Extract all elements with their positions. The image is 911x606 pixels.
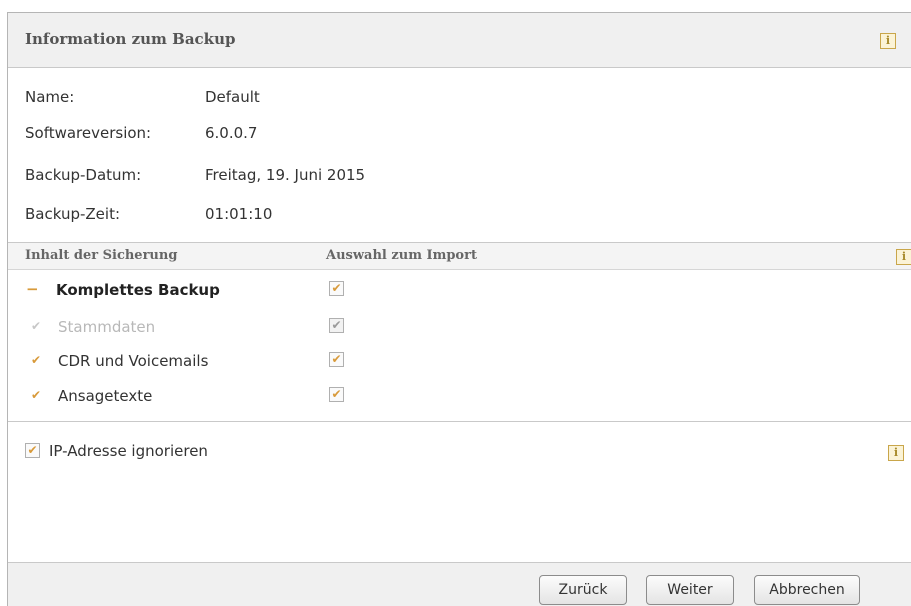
info-icon[interactable]: i xyxy=(888,445,904,461)
info-icon[interactable]: i xyxy=(880,33,896,49)
tree-item-stammdaten: ✔ Stammdaten ✔ xyxy=(8,315,911,345)
info-label-name: Name: xyxy=(25,88,75,106)
dialog-header: Information zum Backup i xyxy=(8,13,911,68)
checkbox-stammdaten: ✔ xyxy=(329,318,344,333)
column-selection-title: Auswahl zum Import xyxy=(326,248,477,263)
checkbox-cdr-voicemails[interactable]: ✔ xyxy=(329,352,344,367)
info-value-backup-date: Freitag, 19. Juni 2015 xyxy=(205,166,366,184)
tree-root-row: − Komplettes Backup ✔ xyxy=(8,279,911,309)
tree-item-cdr-voicemails: ✔ CDR und Voicemails ✔ xyxy=(8,349,911,379)
check-icon: ✔ xyxy=(31,319,42,333)
column-content-title: Inhalt der Sicherung xyxy=(25,248,178,263)
info-label-softwareversion: Softwareversion: xyxy=(25,124,152,142)
checkbox-ansagetexte[interactable]: ✔ xyxy=(329,387,344,402)
next-button[interactable]: Weiter xyxy=(646,575,734,605)
tree-item-label: CDR und Voicemails xyxy=(58,352,209,370)
info-label-backup-date: Backup-Datum: xyxy=(25,166,142,184)
collapse-minus-icon[interactable]: − xyxy=(26,280,39,298)
info-value-softwareversion: 6.0.0.7 xyxy=(205,124,258,142)
tree-item-ansagetexte: ✔ Ansagetexte ✔ xyxy=(8,384,911,414)
back-button[interactable]: Zurück xyxy=(539,575,627,605)
info-value-backup-time: 01:01:10 xyxy=(205,205,273,223)
info-label-backup-time: Backup-Zeit: xyxy=(25,205,121,223)
checkbox-ignore-ip[interactable]: ✔ xyxy=(25,443,40,458)
columns-header: Inhalt der Sicherung Auswahl zum Import … xyxy=(8,242,911,270)
tree-root-label: Komplettes Backup xyxy=(56,281,220,299)
backup-dialog: Information zum Backup i Name: Default S… xyxy=(7,12,911,606)
dialog-title: Information zum Backup xyxy=(25,30,236,48)
info-value-name: Default xyxy=(205,88,260,106)
check-icon: ✔ xyxy=(31,353,42,367)
tree-item-label: Stammdaten xyxy=(58,318,156,336)
info-icon[interactable]: i xyxy=(896,249,911,265)
cancel-button[interactable]: Abbrechen xyxy=(754,575,860,605)
checkbox-complete-backup[interactable]: ✔ xyxy=(329,281,344,296)
check-icon: ✔ xyxy=(31,388,42,402)
tree-item-label: Ansagetexte xyxy=(58,387,153,405)
dialog-footer: Zurück Weiter Abbrechen xyxy=(8,562,911,606)
ignore-ip-label: IP-Adresse ignorieren xyxy=(49,442,208,460)
divider xyxy=(8,421,911,422)
